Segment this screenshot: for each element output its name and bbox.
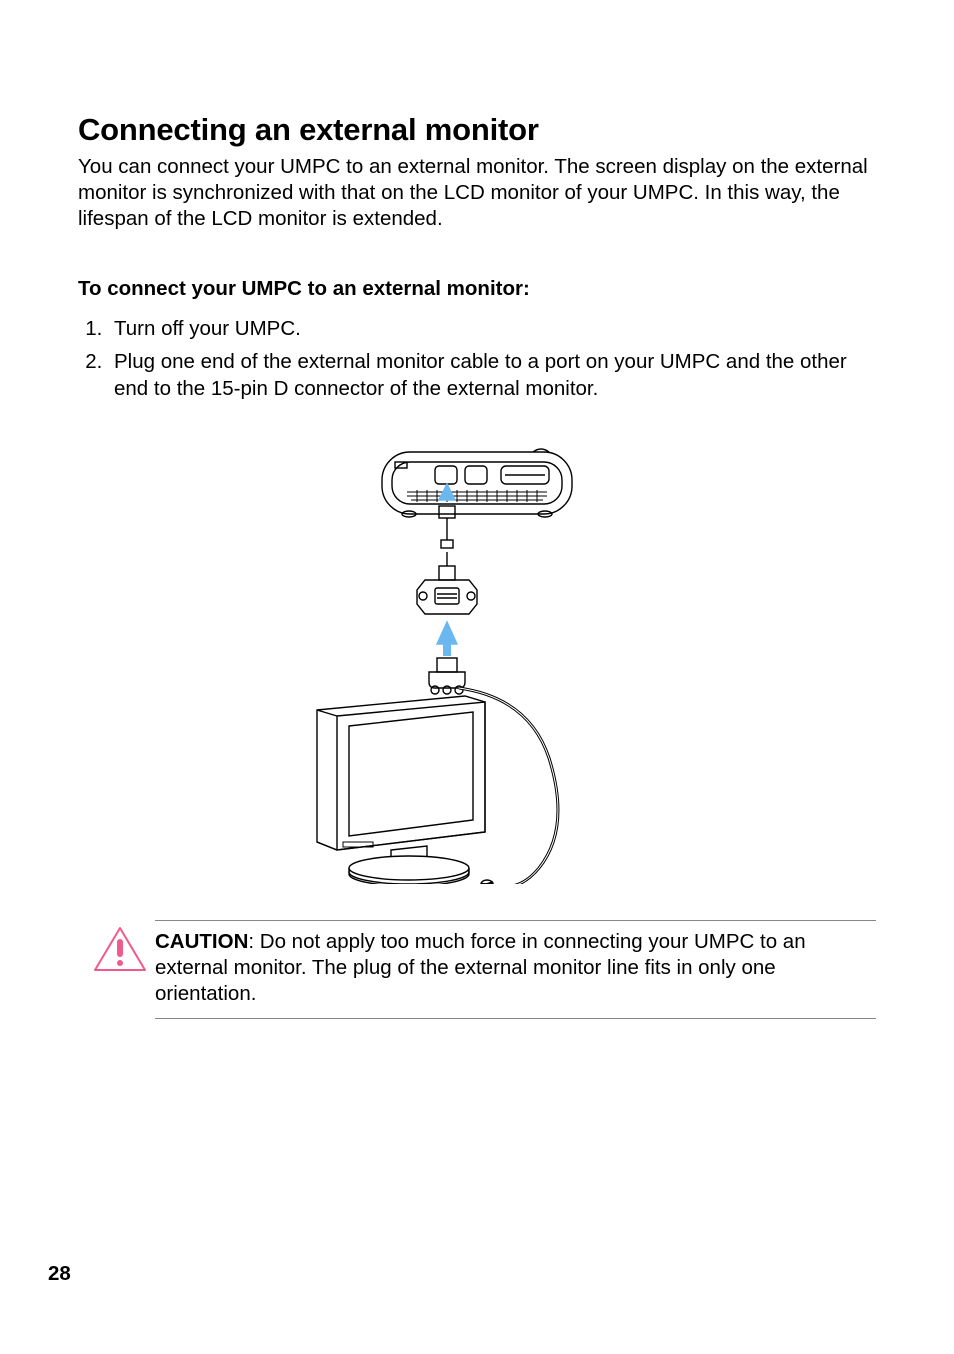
caution-label: CAUTION: [155, 930, 248, 953]
umpc-device-icon: [382, 449, 572, 517]
connection-diagram: [287, 444, 667, 884]
document-page: Connecting an external monitor You can c…: [0, 0, 954, 1354]
list-item: Plug one end of the external monitor cab…: [108, 348, 876, 402]
steps-list: Turn off your UMPC. Plug one end of the …: [78, 315, 876, 402]
umpc-port-icon: [439, 506, 455, 548]
caution-icon: [93, 926, 147, 972]
page-title: Connecting an external monitor: [78, 112, 876, 148]
steps-heading: To connect your UMPC to an external moni…: [78, 277, 876, 301]
page-number: 28: [48, 1262, 71, 1286]
arrow-up-icon: [437, 622, 457, 656]
caution-block: CAUTION: Do not apply too much force in …: [155, 920, 876, 1019]
external-monitor-icon: [317, 696, 485, 884]
caution-text: CAUTION: Do not apply too much force in …: [155, 929, 876, 1008]
intro-paragraph: You can connect your UMPC to an external…: [78, 154, 876, 233]
cable-icon: [459, 688, 558, 884]
caution-body: : Do not apply too much force in connect…: [155, 930, 806, 1005]
vga-plug-top-icon: [417, 552, 477, 614]
list-item: Turn off your UMPC.: [108, 315, 876, 342]
